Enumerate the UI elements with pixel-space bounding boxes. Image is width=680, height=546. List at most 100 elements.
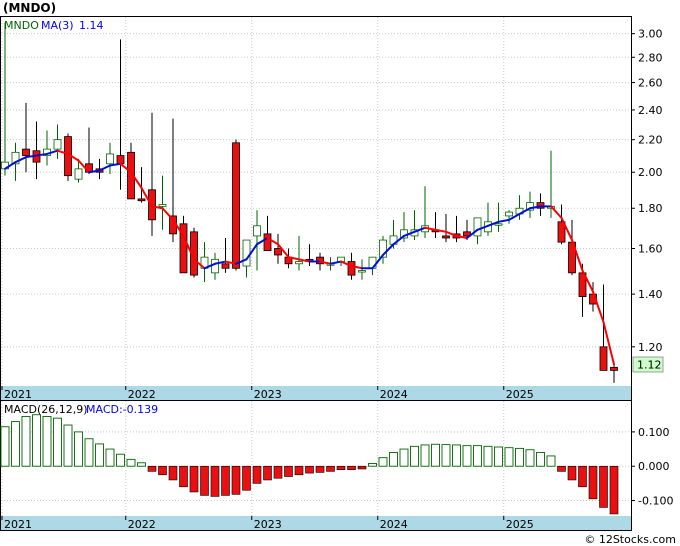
macd-bar-positive [116,453,125,467]
macd-bar-negative [147,465,157,472]
price-y-tick-label: 2.60 [638,77,663,90]
macd-bar-negative [179,465,188,488]
candle-down [116,155,125,165]
price-y-tick-label: 1.60 [638,242,663,255]
macd-bar-positive [399,448,409,467]
candle-up [53,139,62,150]
candle-down [221,263,230,269]
stock-chart: (MNDO) MNDO MA(3) 1.14 2021 2022 2023 2024 2… [0,0,680,546]
candle-up [494,223,503,226]
legend-ma-value: 1.14 [79,19,104,32]
chart-title: (MNDO) [3,1,56,15]
macd-bar-negative [357,465,367,470]
macd-x-axis-band [1,516,631,530]
macd-bar-positive [63,424,73,467]
macd-bar-positive [11,421,20,467]
candle-down [347,261,356,276]
year-label: 2021 [4,388,32,401]
candle-down [442,235,450,239]
macd-bar-negative [588,465,598,500]
candle-up [358,270,366,273]
candle-down [610,366,618,371]
macd-bar-negative [189,465,199,493]
price-y-tick-label: 2.00 [638,166,663,179]
macd-bar-positive [462,445,472,467]
macd-bar-negative [263,465,272,481]
macd-bar-negative [210,465,220,497]
macd-bar-positive [105,448,115,467]
macd-bar-positive [525,449,535,467]
macd-bar-negative [221,465,230,496]
legend-symbol: MNDO [4,19,39,32]
macd-bar-negative [326,465,335,472]
candle-down [599,346,608,371]
year-label: 2024 [380,388,408,401]
year-label: 2025 [506,518,534,531]
macd-y-tick-label: 0.100 [638,426,670,439]
price-x-axis-band [1,386,631,400]
macd-bar-negative [609,465,619,515]
macd-bar-negative [557,465,566,472]
macd-bar-negative [168,465,178,481]
macd-bar-positive [452,444,461,467]
macd-legend-label: MACD(26,12,9) [4,403,88,416]
macd-bar-positive [137,462,146,467]
candle-down [263,233,272,252]
price-y-tick-label: 2.20 [638,134,663,147]
macd-bar-positive [84,438,94,467]
year-label: 2022 [128,518,156,531]
macd-bar-positive [368,463,377,467]
watermark: © 12Stocks.com [584,533,676,546]
year-label: 2025 [506,388,534,401]
candle-up [211,258,219,274]
price-y-tick-label: 2.80 [638,51,663,64]
macd-y-axis: 0.100 0.000 -0.100 [631,426,673,508]
macd-bar-negative [315,465,325,473]
macd-bar-negative [252,465,262,484]
candle-down [137,198,146,202]
macd-bar-negative [294,465,304,476]
macd-bar-positive [473,445,482,467]
macd-bar-negative [578,465,587,488]
macd-bar-positive [536,452,545,467]
macd-bar-negative [284,465,293,477]
macd-bar-positive [0,426,10,467]
macd-bar-negative [599,465,608,508]
macd-bar-negative [273,465,283,479]
macd-bar-positive [441,444,451,467]
macd-bar-positive [53,417,62,467]
last-price-label: 1.12 [637,359,662,372]
macd-bar-positive [431,443,440,467]
macd-bar-negative [305,465,314,474]
candle-up [473,217,482,237]
price-y-tick-label: 1.80 [638,202,663,215]
macd-y-tick-label: 0.000 [638,460,670,473]
macd-bar-positive [389,452,398,467]
price-y-axis: 3.00 2.80 2.60 2.40 2.20 2.00 1.80 1.60 1.40 1.20 [631,28,663,354]
candle-up [242,239,251,267]
year-label: 2023 [254,518,282,531]
price-y-tick-label: 2.40 [638,104,663,117]
macd-bar-negative [567,465,577,481]
macd-bar-positive [74,431,83,467]
macd-bar-negative [158,465,167,476]
macd-bar-positive [504,447,514,467]
macd-bar-positive [378,457,388,467]
candle-up [74,168,83,180]
macd-bar-positive [483,445,493,467]
price-y-tick-label: 1.20 [638,341,663,354]
macd-bar-negative [242,465,251,491]
macd-bar-negative [231,465,241,495]
price-y-tick-label: 1.40 [638,288,663,301]
macd-bar-positive [494,446,503,467]
macd-bar-positive [32,414,41,467]
year-label: 2023 [254,388,282,401]
macd-bar-negative [200,465,209,496]
candle-up [253,225,261,237]
macd-bar-positive [420,444,430,467]
year-label: 2024 [380,518,408,531]
candle-down [274,248,282,256]
price-y-tick-label: 3.00 [638,28,663,41]
macd-bar-positive [410,445,419,467]
macd-legend-value: MACD:-0.139 [86,403,158,416]
